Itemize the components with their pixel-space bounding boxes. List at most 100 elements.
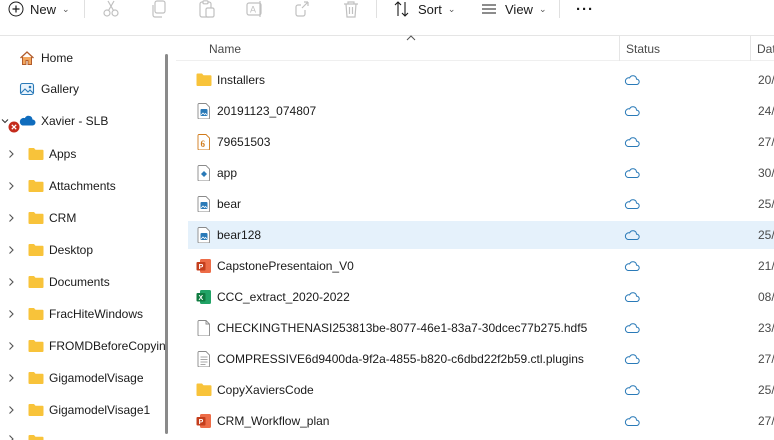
file-date: 25/ [758, 228, 774, 242]
file-date: 27/ [758, 352, 774, 366]
excel-icon: X [196, 290, 211, 304]
file-date: 23/ [758, 321, 774, 335]
sidebar-item-onedrive[interactable]: Xavier - SLB [0, 107, 165, 135]
sidebar-scrollbar[interactable] [165, 54, 168, 434]
sort-ascending-icon [406, 35, 416, 41]
table-row[interactable]: app 30/ [188, 159, 774, 187]
see-more-button[interactable]: ··· [576, 0, 594, 18]
cloud-status-icon [624, 261, 640, 271]
column-divider[interactable] [750, 36, 751, 61]
sidebar-item-folder[interactable]: Documents [0, 268, 165, 296]
cloud-status-icon [624, 323, 640, 333]
cloud-status-icon [624, 292, 640, 302]
file-name: 20191123_074807 [217, 104, 317, 118]
file-date: 30/ [758, 166, 774, 180]
sidebar-item-folder[interactable]: CRM [0, 204, 165, 232]
paste-icon[interactable] [198, 0, 216, 18]
chevron-down-icon: ⌄ [538, 3, 547, 14]
sidebar-item-label: GigamodelVisage [49, 371, 144, 385]
file-name: COMPRESSIVE6d9400da-9f2a-4855-b820-c6dbd… [217, 352, 584, 366]
folder-icon [28, 244, 44, 256]
sidebar-item-folder[interactable]: Desktop [0, 236, 165, 264]
sort-button[interactable]: Sort ⌄ [394, 0, 455, 18]
chevron-right-icon [9, 374, 14, 382]
sidebar-item-folder[interactable]: GigamodelVisage [0, 364, 165, 392]
share-icon[interactable] [294, 0, 312, 18]
table-row[interactable]: bear 25/ [188, 190, 774, 218]
table-row[interactable]: Installers 20/ [188, 66, 774, 94]
table-row[interactable]: COMPRESSIVE6d9400da-9f2a-4855-b820-c6dbd… [188, 345, 774, 373]
file-name: CapstonePresentaion_V0 [217, 259, 354, 273]
sort-label: Sort [418, 1, 442, 17]
table-row[interactable]: 6 79651503 27/ [188, 128, 774, 156]
sidebar-item-folder[interactable] [0, 428, 165, 440]
cut-icon[interactable] [102, 0, 120, 18]
sidebar-item-gallery[interactable]: Gallery [0, 75, 165, 103]
file-name: bear [217, 197, 242, 211]
sidebar-item-folder[interactable]: Apps [0, 140, 165, 168]
sidebar-item-label: Home [41, 51, 74, 65]
sidebar-item-label: Attachments [49, 179, 116, 193]
table-row[interactable]: CHECKINGTHENASI253813be-8077-46e1-83a7-3… [188, 314, 774, 342]
sidebar-item-folder[interactable]: FracHiteWindows [0, 300, 165, 328]
file-date: 27/ [758, 135, 774, 149]
sidebar-item-folder[interactable]: Attachments [0, 172, 165, 200]
rename-icon[interactable]: A [246, 0, 264, 18]
sidebar-item-label: CRM [49, 211, 77, 225]
cloud-status-icon [624, 199, 640, 209]
chevron-down-icon: ⌄ [447, 3, 456, 14]
view-button[interactable]: View ⌄ [481, 0, 547, 18]
image-file-icon [197, 227, 210, 243]
column-header-date[interactable]: Dat [757, 42, 774, 56]
file-name: CCC_extract_2020-2022 [217, 290, 350, 304]
column-header-name[interactable]: Name [209, 42, 241, 56]
chevron-down-icon: ⌄ [62, 3, 70, 14]
chevron-right-icon [9, 182, 14, 190]
file-name: 79651503 [217, 135, 271, 149]
svg-text:P: P [199, 264, 204, 271]
svg-text:X: X [199, 295, 204, 302]
table-row[interactable]: 20191123_074807 24/ [188, 97, 774, 125]
sidebar-item-folder[interactable]: GigamodelVisage1 [0, 396, 165, 424]
image-file-icon [197, 196, 210, 212]
cloud-status-icon [624, 416, 640, 426]
delete-icon[interactable] [342, 0, 360, 18]
toolbar-divider [84, 0, 85, 18]
cloud-status-icon [624, 168, 640, 178]
sidebar-item-label: GigamodelVisage1 [49, 403, 151, 417]
app-file-icon [197, 165, 210, 181]
table-row[interactable]: P CRM_Workflow_plan 27/ [188, 407, 774, 435]
sidebar-item-home[interactable]: Home [0, 44, 165, 72]
toolbar-divider [559, 0, 560, 18]
cloud-status-icon [624, 106, 640, 116]
file-date: 20/ [758, 73, 774, 87]
view-icon [482, 4, 496, 14]
column-header-status[interactable]: Status [626, 42, 660, 56]
chevron-right-icon [9, 406, 14, 414]
copy-icon[interactable] [150, 0, 168, 18]
view-label: View [505, 1, 533, 17]
chevron-right-icon [9, 214, 14, 222]
column-divider[interactable] [619, 36, 620, 61]
folder-icon [28, 435, 44, 440]
folder-icon [28, 372, 44, 384]
cloud-status-icon [624, 75, 640, 85]
more-options-icon: ··· [576, 0, 594, 18]
file-name: app [217, 166, 238, 180]
table-row[interactable]: X CCC_extract_2020-2022 08/ [188, 283, 774, 311]
chevron-right-icon [9, 310, 14, 318]
column-header-row: Name Status Dat [176, 35, 774, 61]
file-date: 21/ [758, 259, 774, 273]
sidebar-item-label: Documents [49, 275, 110, 289]
table-row[interactable]: P CapstonePresentaion_V0 21/ [188, 252, 774, 280]
folder-icon [28, 148, 44, 160]
file-date: 25/ [758, 383, 774, 397]
sidebar-item-label: FracHiteWindows [49, 307, 144, 321]
sidebar-item-label: Desktop [49, 243, 94, 257]
table-row[interactable]: CopyXaviersCode 25/ [188, 376, 774, 404]
table-row[interactable]: bear128 25/ [188, 221, 774, 249]
file-name: bear128 [217, 228, 262, 242]
sidebar-item-folder[interactable]: FROMDBeforeCopying [0, 332, 165, 360]
new-button[interactable]: New ⌄ [8, 0, 70, 18]
powerpoint-icon: P [196, 414, 211, 428]
